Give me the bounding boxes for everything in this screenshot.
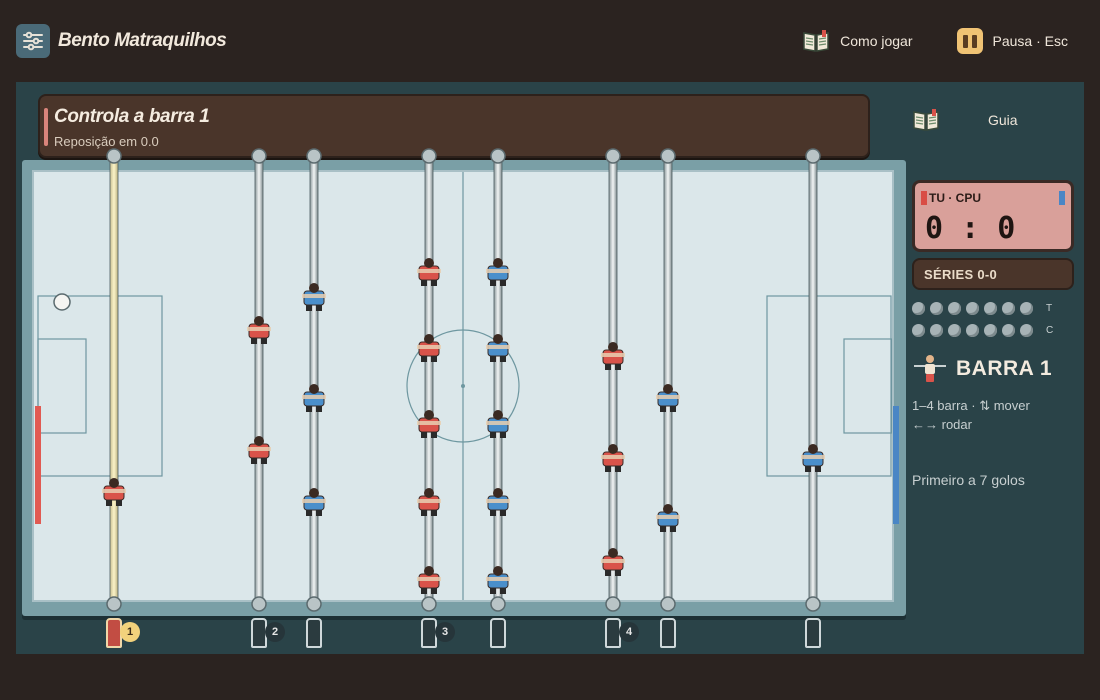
rod[interactable] bbox=[486, 148, 510, 612]
how-to-play-button[interactable]: Como jogar bbox=[802, 29, 913, 53]
rod-bar bbox=[663, 155, 673, 605]
open-book-icon bbox=[803, 30, 829, 52]
controls-help: 1–4 barra · ⇅ mover ←→ rodar bbox=[912, 396, 1074, 434]
goal-slot bbox=[966, 323, 979, 337]
rod-bearing bbox=[306, 148, 322, 164]
goal-slot bbox=[1020, 301, 1033, 315]
rod-bearing bbox=[251, 596, 267, 612]
goal-slot bbox=[930, 323, 943, 337]
goal-slot bbox=[948, 301, 961, 315]
game-stage: Controla a barra 1 Reposição em 0.0 Guia bbox=[16, 82, 1084, 654]
rod-bearing bbox=[421, 596, 437, 612]
rod-bar bbox=[493, 155, 503, 605]
guide-button[interactable]: Guia bbox=[912, 108, 1018, 132]
rod-bearing bbox=[660, 596, 676, 612]
how-to-play-label: Como jogar bbox=[840, 33, 913, 49]
active-rod-indicator: BARRA 1 bbox=[912, 354, 1074, 384]
rods-layer bbox=[53, 148, 825, 612]
goal-slot bbox=[984, 323, 997, 337]
rod[interactable] bbox=[801, 148, 825, 612]
pause-label: Pausa · Esc bbox=[992, 33, 1068, 49]
ball bbox=[53, 293, 71, 311]
top-bar: Bento Matraquilhos Como jogar Pausa · Es… bbox=[0, 0, 1100, 82]
rod-bearing bbox=[106, 596, 122, 612]
rod[interactable] bbox=[656, 148, 680, 612]
goal-track-cpu: C bbox=[912, 320, 1074, 340]
active-rod-label: BARRA 1 bbox=[956, 357, 1053, 380]
top-actions: Como jogar Pausa · Esc bbox=[802, 28, 1068, 54]
goal-slot bbox=[912, 323, 925, 337]
rod-bearing bbox=[306, 596, 322, 612]
rod-handle[interactable] bbox=[490, 618, 506, 648]
app-title: Bento Matraquilhos bbox=[58, 30, 227, 51]
rod-bar bbox=[424, 155, 434, 605]
rod[interactable] bbox=[601, 148, 625, 612]
side-panel: TU · CPU 0 : 0 SÉRIES 0-0 T C BARRA 1 1–… bbox=[912, 180, 1074, 488]
goal-slot bbox=[984, 301, 997, 315]
banner-subtitle: Reposição em 0.0 bbox=[54, 134, 159, 149]
rod-bearing bbox=[421, 148, 437, 164]
series-score: SÉRIES 0-0 bbox=[912, 258, 1074, 290]
red-flag-icon bbox=[921, 191, 927, 205]
rod-number-badge: 3 bbox=[435, 622, 455, 642]
rod[interactable] bbox=[417, 148, 441, 612]
rod-bearing bbox=[805, 596, 821, 612]
rod-bar bbox=[808, 155, 818, 605]
player-figure-icon bbox=[914, 355, 946, 382]
win-condition: Primeiro a 7 golos bbox=[912, 472, 1025, 488]
rod-number-badge: 1 bbox=[120, 622, 140, 642]
rod-bar bbox=[309, 155, 319, 605]
guide-label: Guia bbox=[988, 112, 1018, 128]
rod-bearing bbox=[660, 148, 676, 164]
rod-bearing bbox=[605, 596, 621, 612]
rod-bar bbox=[254, 155, 264, 605]
goal-slot bbox=[1020, 323, 1033, 337]
foosball-table bbox=[22, 148, 906, 616]
rod-handle[interactable] bbox=[805, 618, 821, 648]
goal-track-you: T bbox=[912, 298, 1074, 318]
goal-slot bbox=[912, 301, 925, 315]
scoreboard: TU · CPU 0 : 0 bbox=[912, 180, 1074, 252]
rod-bearing bbox=[490, 596, 506, 612]
banner-accent bbox=[44, 108, 48, 146]
rod-bar bbox=[608, 155, 618, 605]
goal-slot bbox=[948, 323, 961, 337]
settings-sliders-icon[interactable] bbox=[16, 24, 50, 58]
goal-slot bbox=[930, 301, 943, 315]
rod-handle[interactable] bbox=[306, 618, 322, 648]
rod-number-badge: 2 bbox=[265, 622, 285, 642]
pause-icon bbox=[956, 28, 983, 54]
goal-slot bbox=[1002, 323, 1015, 337]
status-banner: Controla a barra 1 Reposição em 0.0 bbox=[38, 94, 870, 158]
rod[interactable] bbox=[247, 148, 271, 612]
score-teams: TU · CPU bbox=[929, 191, 981, 205]
rod-bar bbox=[109, 155, 119, 605]
score-value: 0 : 0 bbox=[925, 211, 1016, 246]
rod[interactable] bbox=[102, 148, 126, 612]
goal-slot bbox=[1002, 301, 1015, 315]
controls-line-1: 1–4 barra · ⇅ mover bbox=[912, 398, 1030, 413]
rod-bearing bbox=[251, 148, 267, 164]
rod-bearing bbox=[106, 148, 122, 164]
pause-button[interactable]: Pausa · Esc bbox=[956, 28, 1068, 54]
rod-bearing bbox=[805, 148, 821, 164]
controls-line-2: ←→ rodar bbox=[912, 417, 972, 432]
rod-bearing bbox=[490, 148, 506, 164]
open-book-icon bbox=[913, 109, 939, 131]
rod[interactable] bbox=[302, 148, 326, 612]
goal-track-you-tag: T bbox=[1046, 302, 1053, 314]
goal-track-cpu-tag: C bbox=[1046, 324, 1054, 336]
goal-slot bbox=[966, 301, 979, 315]
rod-number-badge: 4 bbox=[619, 622, 639, 642]
rod-handle[interactable] bbox=[660, 618, 676, 648]
banner-title: Controla a barra 1 bbox=[54, 106, 210, 127]
rod-bearing bbox=[605, 148, 621, 164]
blue-flag-icon bbox=[1059, 191, 1065, 205]
